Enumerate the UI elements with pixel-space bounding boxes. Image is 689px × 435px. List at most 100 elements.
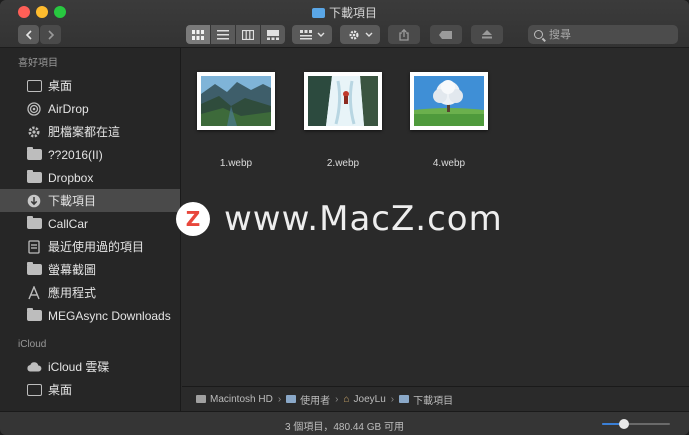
sidebar-header-favorites: 喜好項目 <box>18 58 58 69</box>
gallery-view-button[interactable] <box>261 25 285 44</box>
sidebar-item-label: Dropbox <box>48 170 94 185</box>
sidebar-item-label: 桌面 <box>48 383 73 397</box>
path-separator-icon: › <box>277 393 282 405</box>
chevron-left-icon <box>25 29 32 40</box>
folder-icon <box>311 8 325 18</box>
desktop-icon <box>26 383 42 397</box>
watermark-text: www.MacZ.com <box>224 199 503 239</box>
waterfall-climber-image <box>308 76 378 126</box>
folder-icon <box>26 216 42 231</box>
path-segment-label: 使用者 <box>300 395 331 407</box>
sidebar-item-label: iCloud 雲碟 <box>48 360 110 374</box>
share-button[interactable] <box>388 25 420 44</box>
watermark-logo: Z <box>176 202 210 236</box>
grid-icon <box>192 29 204 40</box>
search-field[interactable] <box>528 25 678 44</box>
sidebar-item-callcar[interactable]: CallCar <box>0 212 180 235</box>
watermark: Z www.MacZ.com <box>176 199 503 239</box>
sidebar-item-dropbox[interactable]: Dropbox <box>0 166 180 189</box>
gear-icon <box>26 125 42 139</box>
group-button[interactable] <box>292 25 332 44</box>
sidebar-item-icloud-drive[interactable]: iCloud 雲碟 <box>0 355 180 378</box>
airdrop-icon <box>26 101 42 116</box>
gear-icon <box>348 29 359 40</box>
sidebar-item-label: 最近使用過的項目 <box>48 240 145 254</box>
window-title: 下載項目 <box>0 4 689 21</box>
chevron-down-icon <box>317 32 324 37</box>
finder-window: 下載項目 搜尋 喜好項目 桌面 AirDrop 肥檔案都在這 ??2016(II… <box>0 0 689 435</box>
group-icon <box>299 29 312 39</box>
columns-icon <box>242 29 254 40</box>
path-segment-home[interactable]: ⌂ JoeyLu <box>344 394 386 405</box>
blossom-tree-image <box>414 76 484 126</box>
forward-button[interactable] <box>40 25 61 44</box>
sidebar-item-desktop[interactable]: 桌面 <box>0 74 180 97</box>
sidebar-item-large-files[interactable]: 肥檔案都在這 <box>0 120 180 143</box>
share-icon <box>399 28 409 41</box>
home-icon: ⌂ <box>343 393 350 405</box>
tag-icon <box>439 30 452 39</box>
watermark-logo-letter: Z <box>185 207 201 231</box>
download-icon <box>26 194 42 208</box>
folder-icon <box>26 147 42 162</box>
folder-icon <box>399 395 410 403</box>
icon-view-button[interactable] <box>186 25 210 44</box>
cloud-icon <box>26 360 42 374</box>
recent-icon <box>26 239 42 254</box>
sidebar-header-icloud: iCloud <box>18 339 47 350</box>
path-segment-disk[interactable]: Macintosh HD <box>196 394 273 405</box>
chevron-right-icon <box>47 29 54 40</box>
file-item[interactable]: 4.webp <box>404 72 494 169</box>
sidebar-item-label: 螢幕截圖 <box>48 263 97 277</box>
gallery-icon <box>267 29 279 40</box>
desktop-icon <box>26 79 42 93</box>
action-button[interactable] <box>340 25 380 44</box>
sidebar-item-label: 應用程式 <box>48 286 97 300</box>
mountain-valley-image <box>201 76 271 126</box>
sidebar-item-label: AirDrop <box>48 101 89 116</box>
path-bar: Macintosh HD › 使用者 › ⌂ JoeyLu › 下載項目 <box>182 386 689 411</box>
sidebar-item-megasync[interactable]: MEGAsync Downloads <box>0 304 180 327</box>
status-text: 3 個項目，480.44 GB 可用 <box>285 422 404 433</box>
file-item[interactable]: 2.webp <box>298 72 388 169</box>
file-item[interactable]: 1.webp <box>191 72 281 169</box>
eject-button[interactable] <box>471 25 503 44</box>
file-name: 4.webp <box>432 158 466 169</box>
path-separator-icon: › <box>390 393 395 405</box>
path-segment-label: JoeyLu <box>353 393 386 405</box>
path-segment-label: Macintosh HD <box>210 393 273 405</box>
hard-drive-icon <box>196 395 206 403</box>
path-segment-downloads[interactable]: 下載項目 <box>399 392 453 407</box>
path-segment-users[interactable]: 使用者 <box>286 392 330 407</box>
column-view-button[interactable] <box>236 25 260 44</box>
sidebar-item-label: ??2016(II) <box>48 147 103 162</box>
sidebar-item-icloud-desktop[interactable]: 桌面 <box>0 378 180 401</box>
folder-icon <box>26 170 42 185</box>
icon-size-slider[interactable] <box>602 419 670 429</box>
tag-button[interactable] <box>430 25 462 44</box>
sidebar: 喜好項目 桌面 AirDrop 肥檔案都在這 ??2016(II) Dropbo… <box>0 48 181 411</box>
list-icon <box>217 29 229 39</box>
applications-icon <box>26 285 42 300</box>
path-separator-icon: › <box>335 393 339 405</box>
sidebar-item-applications[interactable]: 應用程式 <box>0 281 180 304</box>
file-thumbnail <box>197 72 275 130</box>
sidebar-item-2016[interactable]: ??2016(II) <box>0 143 180 166</box>
sidebar-item-downloads[interactable]: 下載項目 <box>0 189 180 212</box>
search-icon <box>534 30 543 39</box>
folder-icon <box>286 395 297 403</box>
sidebar-item-recents[interactable]: 最近使用過的項目 <box>0 235 180 258</box>
file-name: 1.webp <box>219 158 253 169</box>
toolbar: 下載項目 <box>0 0 689 48</box>
status-bar: 3 個項目，480.44 GB 可用 <box>0 411 689 435</box>
sidebar-item-screenshots[interactable]: 螢幕截圖 <box>0 258 180 281</box>
back-button[interactable] <box>18 25 39 44</box>
sidebar-item-label: CallCar <box>48 216 89 231</box>
list-view-button[interactable] <box>211 25 235 44</box>
sidebar-item-label: 桌面 <box>48 79 73 93</box>
file-thumbnail <box>304 72 382 130</box>
search-input[interactable] <box>549 28 659 41</box>
sidebar-item-airdrop[interactable]: AirDrop <box>0 97 180 120</box>
folder-icon <box>26 262 42 277</box>
sidebar-item-label: 肥檔案都在這 <box>48 125 121 139</box>
